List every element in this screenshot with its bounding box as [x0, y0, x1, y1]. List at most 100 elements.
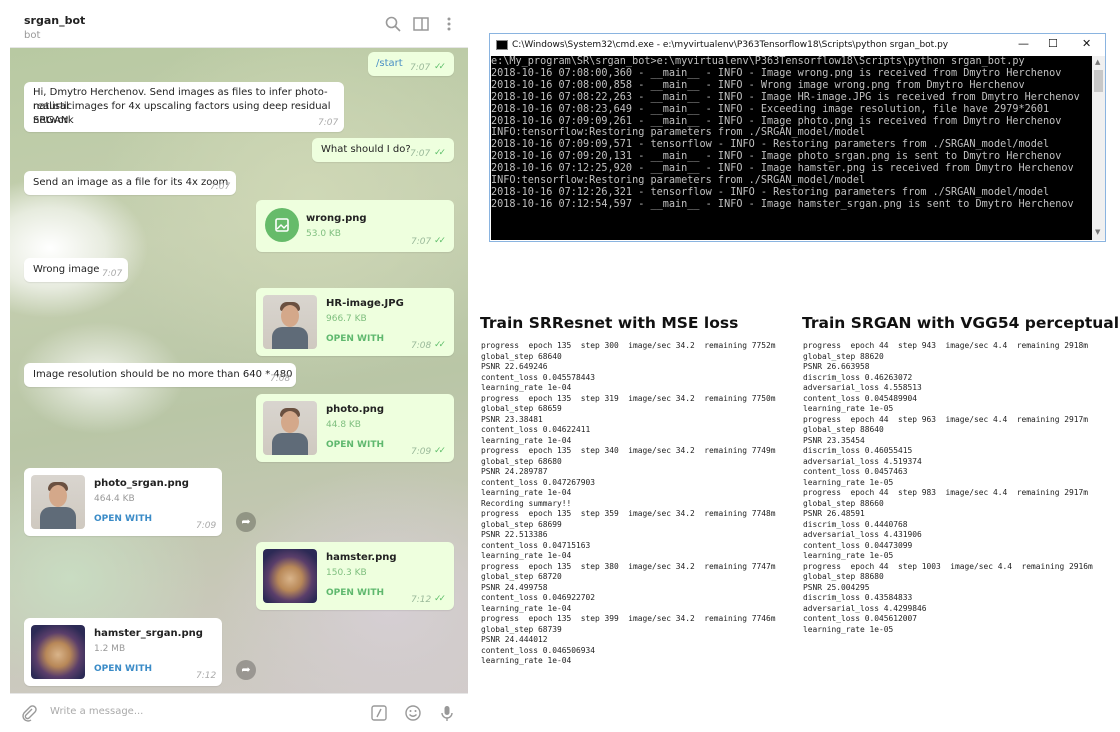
- file-message-outgoing[interactable]: photo.png 44.8 KB OPEN WITH 7:09 ✓✓: [256, 394, 454, 462]
- log-line: Recording summary!!: [481, 498, 572, 508]
- scroll-up-icon[interactable]: ▲: [1095, 58, 1100, 66]
- log-line: global_step 68640: [481, 351, 562, 361]
- console-line: 2018-10-16 07:12:26,321 - tensorflow - I…: [491, 186, 1050, 198]
- console-line: 2018-10-16 07:08:00,858 - __main__ - INF…: [491, 79, 1025, 91]
- file-size: 1.2 MB: [94, 644, 126, 654]
- file-message-outgoing[interactable]: wrong.png 53.0 KB 7:07 ✓✓: [256, 200, 454, 252]
- log-line: discrim_loss 0.46263072: [803, 372, 913, 382]
- read-check-icon: ✓✓: [434, 236, 446, 246]
- maximize-icon[interactable]: ☐: [1048, 37, 1058, 50]
- message-time: 7:09: [411, 447, 432, 457]
- log-line: learning_rate 1e-04: [481, 488, 572, 497]
- search-icon[interactable]: [384, 15, 402, 33]
- microphone-icon[interactable]: [438, 704, 456, 722]
- log-line: discrim_loss 0.43584833: [803, 593, 913, 602]
- emoji-icon[interactable]: [404, 704, 422, 722]
- log-line: global_step 88660: [803, 498, 884, 508]
- file-name[interactable]: hamster.png: [326, 552, 397, 563]
- log-line: content_loss 0.0457463: [803, 467, 908, 476]
- message-incoming: Hi, Dmytro Herchenov. Send images as fil…: [24, 82, 344, 132]
- log-line: global_step 68699: [481, 519, 562, 529]
- console-line: 2018-10-16 07:09:20,131 - __main__ - INF…: [491, 151, 1062, 163]
- more-menu-icon[interactable]: [440, 15, 458, 33]
- minimize-icon[interactable]: —: [1018, 37, 1029, 50]
- message-time: 7:08: [270, 374, 291, 384]
- log-line: PSNR 23.35454: [803, 435, 865, 445]
- file-size: 44.8 KB: [326, 420, 361, 430]
- chat-history[interactable]: /start 7:07 ✓✓ Hi, Dmytro Herchenov. Sen…: [10, 48, 468, 693]
- open-with-link[interactable]: OPEN WITH: [94, 514, 152, 524]
- console-line: 2018-10-16 07:12:54,597 - __main__ - INF…: [491, 198, 1074, 210]
- console-scrollbar[interactable]: ▲ ▼: [1092, 56, 1105, 240]
- file-thumbnail[interactable]: [31, 475, 85, 529]
- log-line: learning_rate 1e-05: [803, 404, 894, 413]
- log-line: learning_rate 1e-04: [481, 435, 572, 445]
- read-check-icon: ✓✓: [434, 148, 446, 158]
- scroll-down-icon[interactable]: ▼: [1095, 228, 1100, 236]
- file-name[interactable]: photo_srgan.png: [94, 478, 189, 489]
- log-line: PSNR 24.289787: [481, 467, 548, 476]
- message-time: 7:07: [210, 182, 231, 192]
- log-line: PSNR 22.649246: [481, 362, 548, 371]
- log-line: content_loss 0.045612007: [803, 614, 918, 623]
- scrollbar-thumb[interactable]: [1094, 70, 1103, 92]
- chat-title[interactable]: srgan_bot: [24, 14, 85, 27]
- log-line: learning_rate 1e-05: [803, 551, 894, 560]
- close-icon[interactable]: ✕: [1082, 37, 1091, 50]
- message-time: 7:09: [196, 521, 217, 531]
- open-with-link[interactable]: OPEN WITH: [326, 334, 384, 344]
- log-line: progress epoch 44 step 963 image/sec 4.4…: [803, 414, 1089, 424]
- file-thumbnail[interactable]: [31, 625, 85, 679]
- log-line: PSNR 24.499758: [481, 582, 548, 592]
- file-name[interactable]: photo.png: [326, 404, 384, 415]
- file-message-incoming[interactable]: photo_srgan.png 464.4 KB OPEN WITH 7:09: [24, 468, 222, 536]
- console-line: 2018-10-16 07:08:00,360 - __main__ - INF…: [491, 67, 1062, 79]
- console-title: C:\Windows\System32\cmd.exe - e:\myvirtu…: [512, 40, 949, 50]
- file-message-outgoing[interactable]: hamster.png 150.3 KB OPEN WITH 7:12 ✓✓: [256, 542, 454, 610]
- file-thumbnail[interactable]: [263, 401, 317, 455]
- file-message-incoming[interactable]: hamster_srgan.png 1.2 MB OPEN WITH 7:12: [24, 618, 222, 686]
- srgan-log-title: Train SRGAN with VGG54 perceptual loss: [802, 314, 1120, 332]
- file-thumbnail[interactable]: [263, 295, 317, 349]
- srresnet-log-title: Train SRResnet with MSE loss: [480, 314, 739, 332]
- file-message-outgoing[interactable]: HR-image.JPG 966.7 KB OPEN WITH 7:08 ✓✓: [256, 288, 454, 356]
- console-line: 2018-10-16 07:08:23,649 - __main__ - INF…: [491, 103, 1050, 115]
- log-line: PSNR 26.663958: [803, 362, 870, 371]
- read-check-icon: ✓✓: [434, 446, 446, 456]
- log-line: adversarial_loss 4.431906: [803, 530, 922, 539]
- share-icon[interactable]: ➦: [236, 512, 256, 532]
- chat-header: srgan_bot bot: [10, 0, 468, 48]
- read-check-icon: ✓✓: [434, 594, 446, 604]
- file-size: 53.0 KB: [306, 229, 341, 239]
- open-with-link[interactable]: OPEN WITH: [94, 664, 152, 674]
- file-name[interactable]: wrong.png: [306, 213, 367, 224]
- sidebar-toggle-icon[interactable]: [412, 15, 430, 33]
- message-text[interactable]: /start: [376, 57, 403, 71]
- file-thumbnail[interactable]: [263, 549, 317, 603]
- log-line: progress epoch 135 step 319 image/sec 34…: [481, 393, 776, 403]
- log-line: learning_rate 1e-04: [481, 383, 572, 392]
- share-icon[interactable]: ➦: [236, 660, 256, 680]
- console-line: e:\My_program\SR\srgan_bot>e:\myvirtuale…: [491, 56, 1025, 67]
- file-name[interactable]: hamster_srgan.png: [94, 628, 203, 639]
- file-size: 966.7 KB: [326, 314, 367, 324]
- bot-command-icon[interactable]: [370, 704, 388, 722]
- log-line: content_loss 0.04473099: [803, 540, 913, 550]
- log-line: adversarial_loss 4.558513: [803, 383, 922, 392]
- console-titlebar[interactable]: C:\Windows\System32\cmd.exe - e:\myvirtu…: [490, 34, 1105, 56]
- console-line: 2018-10-16 07:08:22,263 - __main__ - INF…: [491, 91, 1080, 103]
- attach-paperclip-icon[interactable]: [20, 704, 38, 722]
- message-time: 7:07: [102, 269, 123, 279]
- console-output[interactable]: e:\My_program\SR\srgan_bot>e:\myvirtuale…: [491, 56, 1092, 240]
- image-file-icon[interactable]: [265, 208, 299, 242]
- message-time: 7:07: [410, 149, 431, 159]
- message-text: Wrong image: [33, 264, 100, 275]
- screenshot-root: srgan_bot bot /start 7:07 ✓✓ Hi, Dmytro …: [0, 0, 1120, 732]
- open-with-link[interactable]: OPEN WITH: [326, 588, 384, 598]
- log-line: progress epoch 44 step 983 image/sec 4.4…: [803, 488, 1089, 497]
- console-line: 2018-10-16 07:09:09,571 - tensorflow - I…: [491, 139, 1050, 151]
- open-with-link[interactable]: OPEN WITH: [326, 440, 384, 450]
- file-name[interactable]: HR-image.JPG: [326, 298, 404, 309]
- message-input[interactable]: Write a message...: [50, 706, 143, 717]
- message-outgoing[interactable]: /start 7:07 ✓✓: [368, 52, 454, 76]
